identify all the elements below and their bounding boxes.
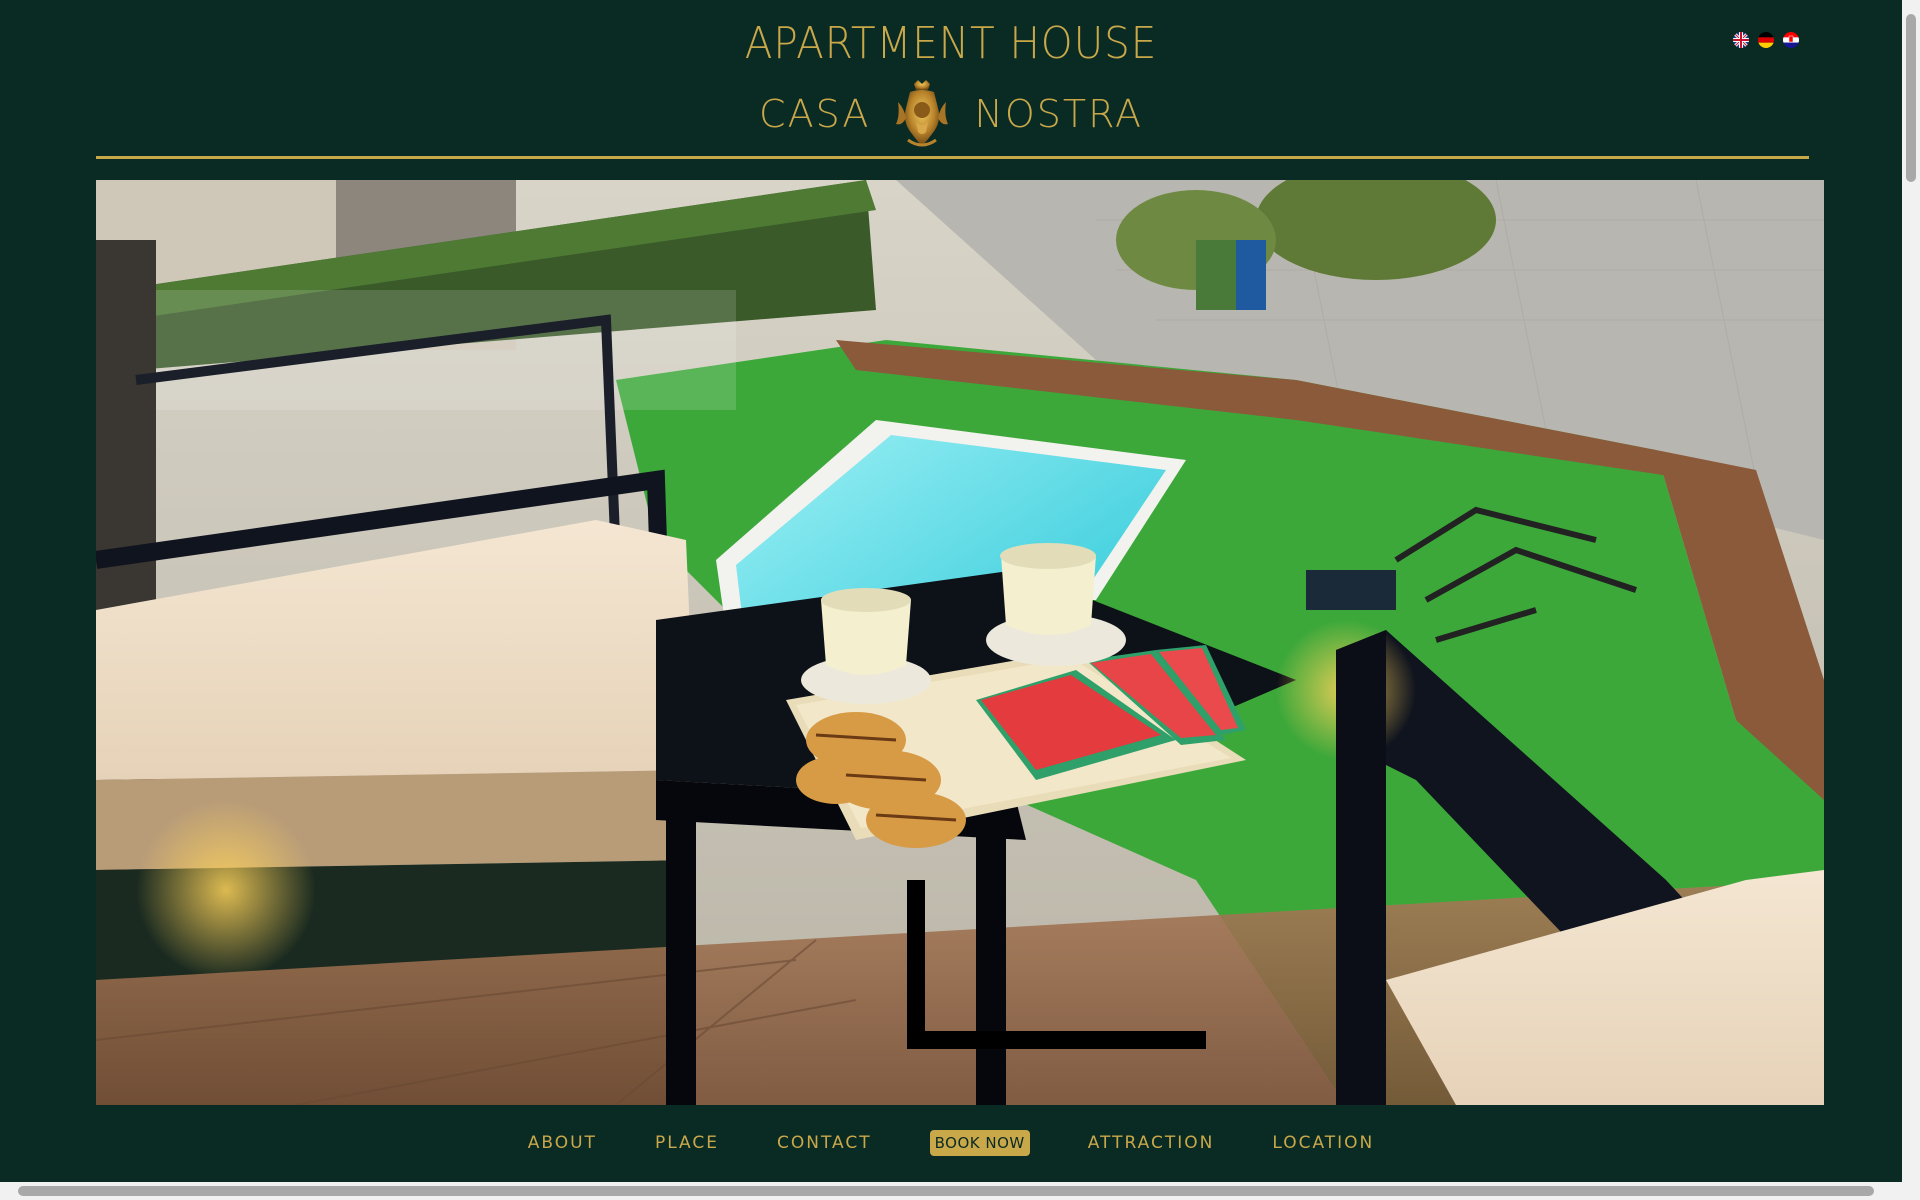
nav-about[interactable]: ABOUT: [528, 1133, 597, 1153]
crest-icon: [896, 80, 949, 147]
hero-image: [96, 180, 1824, 1105]
nav-attraction[interactable]: ATTRACTION: [1088, 1133, 1215, 1153]
brand-subtitle: CASA NOSTRA: [0, 78, 1902, 150]
horizontal-scroll-thumb[interactable]: [18, 1186, 1874, 1196]
vertical-scroll-thumb[interactable]: [1906, 14, 1916, 182]
terrace-pool-photo: [96, 180, 1824, 1105]
nav-location[interactable]: LOCATION: [1272, 1133, 1374, 1153]
brand-word-left: CASA: [759, 92, 871, 136]
language-switcher: [1733, 32, 1799, 48]
uk-flag-icon[interactable]: [1733, 32, 1749, 48]
site-header: APARTMENT HOUSE CASA NOSTRA: [0, 14, 1902, 147]
vertical-scrollbar[interactable]: [1902, 0, 1920, 1182]
header-divider: [96, 156, 1809, 159]
main-nav: ABOUT PLACE CONTACT BOOK NOW ATTRACTION …: [0, 1130, 1902, 1156]
brand-word-right: NOSTRA: [974, 92, 1143, 136]
page: APARTMENT HOUSE CASA NOSTRA ABOUT PLACE …: [0, 0, 1902, 1182]
nav-contact[interactable]: CONTACT: [777, 1133, 872, 1153]
horizontal-scrollbar[interactable]: [0, 1182, 1920, 1200]
book-now-button[interactable]: BOOK NOW: [929, 1130, 1030, 1156]
croatian-flag-icon[interactable]: [1783, 32, 1799, 48]
nav-place[interactable]: PLACE: [655, 1133, 719, 1153]
brand-title: APARTMENT HOUSE: [744, 18, 1158, 69]
german-flag-icon[interactable]: [1758, 32, 1774, 48]
